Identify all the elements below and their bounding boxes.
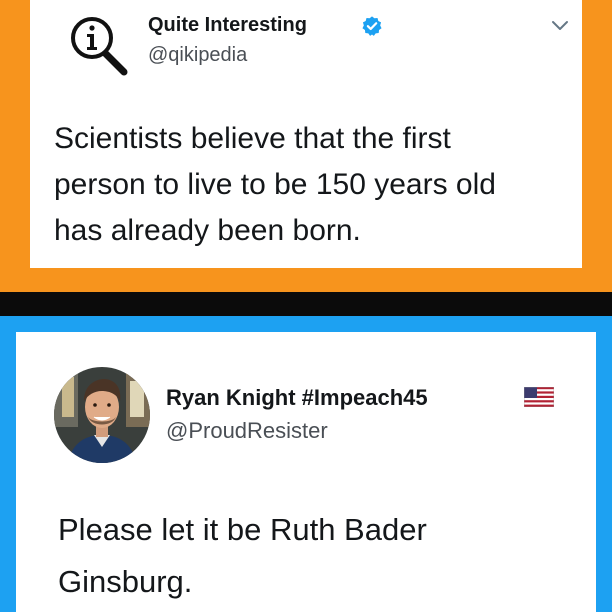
tweet-text-line: person to live to be 150 years old (54, 168, 496, 201)
tweet-text-line: has already been born. (54, 214, 361, 247)
quite-interesting-tweet[interactable]: Quite Interesting @qikipedia Scientists … (30, 0, 582, 268)
verified-badge-icon (362, 16, 382, 36)
tweet-text-line: Ginsburg. (58, 564, 193, 599)
bottom-tweet-frame: Ryan Knight #Impeach45 @ProudResister Pl… (0, 316, 612, 612)
us-flag-icon (524, 387, 554, 407)
reply-tweet[interactable]: Ryan Knight #Impeach45 @ProudResister Pl… (16, 332, 596, 612)
tweet-text: Please let it be Ruth Bader Ginsburg. (58, 504, 578, 608)
chevron-down-icon[interactable] (550, 18, 570, 34)
tweet-text-line: Scientists believe that the first (54, 122, 451, 155)
tweet-text-line: Please let it be Ruth Bader (58, 512, 427, 547)
top-tweet-frame: Quite Interesting @qikipedia Scientists … (0, 0, 612, 292)
display-name[interactable]: Quite Interesting (148, 14, 307, 37)
avatar[interactable] (54, 367, 150, 463)
handle[interactable]: @ProudResister (166, 418, 328, 444)
magnifier-i-logo-icon[interactable] (68, 14, 128, 76)
handle[interactable]: @qikipedia (148, 44, 247, 67)
display-name[interactable]: Ryan Knight #Impeach45 (166, 385, 428, 411)
tweet-text: Scientists believe that the first person… (54, 116, 574, 254)
